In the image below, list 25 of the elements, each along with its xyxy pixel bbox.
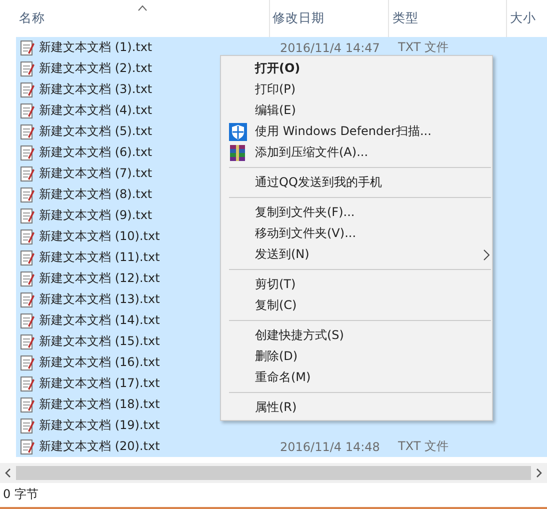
file-name: 新建文本文档 (9).txt [39, 207, 152, 224]
file-name: 新建文本文档 (8).txt [39, 186, 152, 203]
file-name: 新建文本文档 (2).txt [39, 60, 152, 77]
file-name: 新建文本文档 (11).txt [39, 249, 160, 266]
file-name: 新建文本文档 (5).txt [39, 123, 152, 140]
file-name: 新建文本文档 (17).txt [39, 375, 160, 392]
file-name: 新建文本文档 (4).txt [39, 102, 152, 119]
file-type: TXT 文件 [397, 438, 448, 455]
modified-date: 2016/11/4 14:48 [279, 440, 381, 454]
file-name: 新建文本文档 (6).txt [39, 144, 152, 161]
file-name: 新建文本文档 (12).txt [39, 270, 160, 287]
modified-date: 2016/11/4 14:47 [279, 40, 381, 54]
file-name: 新建文本文档 (18).txt [39, 396, 160, 413]
file-name: 新建文本文档 (19).txt [39, 417, 160, 434]
file-name: 新建文本文档 (13).txt [39, 291, 160, 308]
file-name: 新建文本文档 (7).txt [39, 165, 152, 182]
file-name: 新建文本文档 (14).txt [39, 312, 160, 329]
file-name: 新建文本文档 (16).txt [39, 354, 160, 371]
status-text: 0 字节 [3, 486, 38, 502]
file-name: 新建文本文档 (20).txt [39, 438, 160, 455]
file-type: TXT 文件 [397, 39, 448, 56]
file-name: 新建文本文档 (10).txt [39, 228, 160, 245]
file-name: 新建文本文档 (3).txt [39, 81, 152, 98]
file-name: 新建文本文档 (1).txt [39, 39, 152, 56]
file-name: 新建文本文档 (15).txt [39, 333, 160, 350]
